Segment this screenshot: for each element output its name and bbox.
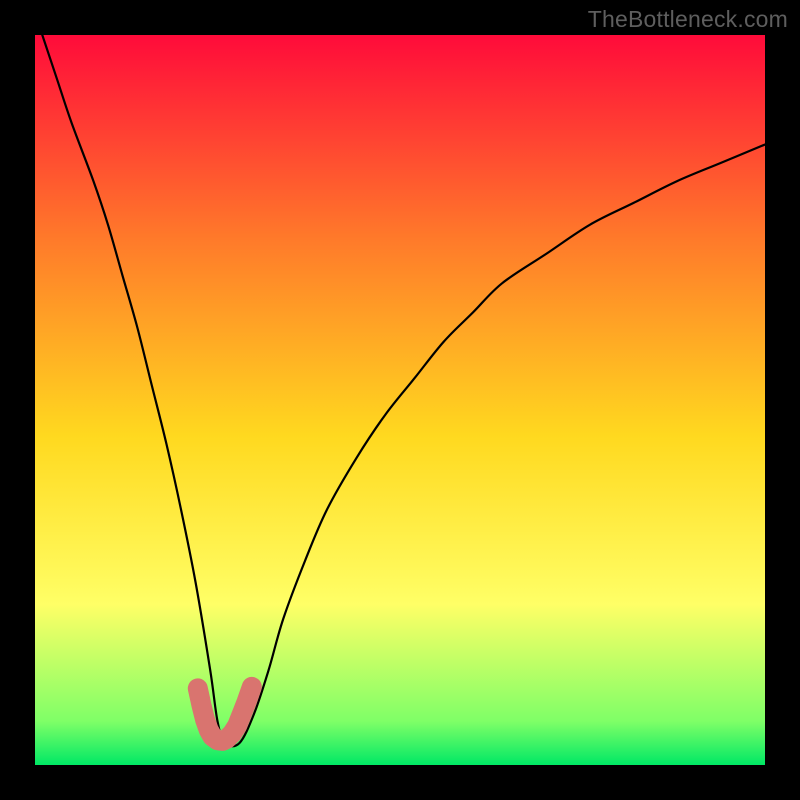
gradient-background — [35, 35, 765, 765]
attribution-label: TheBottleneck.com — [588, 6, 788, 33]
chart-plot-area — [35, 35, 765, 765]
chart-frame: TheBottleneck.com — [0, 0, 800, 800]
chart-svg — [35, 35, 765, 765]
